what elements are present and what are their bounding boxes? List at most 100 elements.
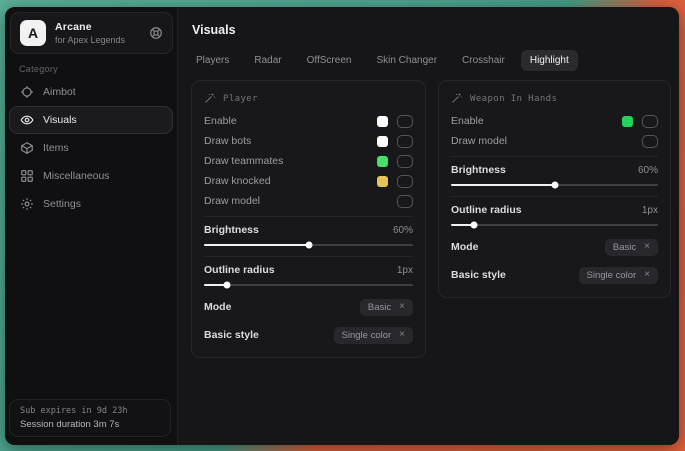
sub-expiry-text: Sub expires in 9d 23h: [20, 406, 160, 416]
color-swatch[interactable]: [377, 156, 388, 167]
slider-head-outline-radius: Outline radius1px: [451, 202, 658, 218]
slider-thumb[interactable]: [551, 181, 558, 188]
chip-single-color[interactable]: Single color×: [334, 327, 413, 344]
slider-label: Outline radius: [451, 204, 642, 216]
chip-row-label: Basic style: [204, 329, 334, 341]
chip-basic[interactable]: Basic ×: [360, 299, 413, 316]
panel-title: Player: [223, 94, 258, 104]
app-window: A Arcane for Apex Legends Category Aimbo…: [5, 7, 679, 445]
checkbox[interactable]: [397, 135, 413, 148]
slider-fill: [451, 184, 555, 186]
panel-header: Player: [204, 91, 413, 107]
chip-row-label: Basic style: [451, 269, 579, 281]
slider-track[interactable]: [204, 284, 413, 286]
sidebar-item-items[interactable]: Items: [9, 134, 173, 162]
slider-label: Outline radius: [204, 264, 397, 276]
chip-basic[interactable]: Basic×: [605, 239, 658, 256]
chip-row-basic-style: Basic style Single color ×: [451, 263, 658, 287]
brand-card: A Arcane for Apex Legends: [10, 12, 173, 54]
slider-value: 1px: [397, 265, 413, 276]
app-logo: A: [20, 20, 46, 46]
wand-icon: [204, 92, 216, 107]
slider-head-outline-radius: Outline radius1px: [204, 262, 413, 278]
sidebar-item-label: Items: [43, 142, 69, 154]
tab-bar: Players Radar OffScreen Skin Changer Crossha…: [187, 50, 585, 71]
slider-value: 1px: [642, 205, 658, 216]
box-icon: [20, 141, 34, 155]
toggle-label: Draw bots: [204, 135, 377, 147]
toggle-label: Draw teammates: [204, 155, 377, 167]
panel-title: Weapon In Hands: [470, 94, 557, 104]
grid-icon: [20, 169, 34, 183]
tab-radar[interactable]: Radar: [245, 50, 290, 71]
tab-highlight[interactable]: Highlight: [521, 50, 578, 71]
color-swatch[interactable]: [377, 136, 388, 147]
tab-crosshair[interactable]: Crosshair: [453, 50, 514, 71]
sidebar-item-miscellaneous[interactable]: Miscellaneous: [9, 162, 173, 190]
sidebar-item-label: Aimbot: [43, 86, 76, 98]
chip-row-mode: ModeBasic×: [451, 235, 658, 259]
slider-value: 60%: [393, 225, 413, 236]
slider-brightness[interactable]: [204, 238, 413, 251]
page-title: Visuals: [192, 23, 236, 37]
sidebar-item-visuals[interactable]: Visuals: [9, 106, 173, 134]
toggle-label: Enable: [204, 115, 377, 127]
sidebar-item-label: Miscellaneous: [43, 170, 110, 182]
toggle-row-draw-knocked: Draw knocked: [204, 171, 413, 191]
sidebar-item-settings[interactable]: Settings: [9, 190, 173, 218]
panel-weapon-in-hands: Weapon In Hands Enable Draw model Brightnes…: [438, 80, 671, 298]
slider-thumb[interactable]: [305, 241, 312, 248]
sidebar-nav: Aimbot Visuals Items Miscellaneous Settings: [9, 78, 173, 218]
slider-label: Brightness: [204, 224, 393, 236]
slider-brightness[interactable]: [451, 178, 658, 191]
checkbox[interactable]: [642, 115, 658, 128]
checkbox[interactable]: [397, 195, 413, 208]
sidebar: A Arcane for Apex Legends Category Aimbo…: [5, 7, 177, 445]
tab-offscreen[interactable]: OffScreen: [298, 50, 361, 71]
sidebar-item-aimbot[interactable]: Aimbot: [9, 78, 173, 106]
toggle-row-draw-teammates: Draw teammates: [204, 151, 413, 171]
close-icon[interactable]: ×: [399, 330, 405, 340]
close-icon[interactable]: ×: [644, 270, 650, 280]
category-label: Category: [19, 64, 58, 74]
main-content: Visuals Players Radar OffScreen Skin Change…: [177, 7, 679, 445]
slider-head-brightness: Brightness60%: [451, 162, 658, 178]
app-subtitle: for Apex Legends: [55, 35, 149, 45]
checkbox[interactable]: [397, 155, 413, 168]
slider-thumb[interactable]: [470, 221, 477, 228]
slider-track[interactable]: [451, 224, 658, 226]
slider-outline-radius[interactable]: [204, 278, 413, 291]
slider-fill: [204, 244, 309, 246]
slider-thumb[interactable]: [223, 281, 230, 288]
color-swatch[interactable]: [377, 176, 388, 187]
toggle-row-draw-bots: Draw bots: [204, 131, 413, 151]
checkbox[interactable]: [397, 175, 413, 188]
tab-skin-changer[interactable]: Skin Changer: [367, 50, 446, 71]
divider: [451, 156, 658, 157]
toggle-row-draw-model: Draw model: [204, 191, 413, 211]
slider-value: 60%: [638, 165, 658, 176]
panel-header: Weapon In Hands: [451, 91, 658, 107]
slider-track[interactable]: [204, 244, 413, 246]
slider-track[interactable]: [451, 184, 658, 186]
status-card: Sub expires in 9d 23h Session duration 3…: [9, 399, 171, 437]
toggle-label: Enable: [451, 115, 622, 127]
checkbox[interactable]: [397, 115, 413, 128]
color-swatch[interactable]: [377, 116, 388, 127]
chip-single-color[interactable]: Single color ×: [579, 267, 658, 284]
color-swatch[interactable]: [622, 116, 633, 127]
close-icon[interactable]: ×: [644, 242, 650, 252]
divider: [451, 196, 658, 197]
chip-text: Single color: [587, 270, 637, 281]
slider-label: Brightness: [451, 164, 638, 176]
slider-outline-radius[interactable]: [451, 218, 658, 231]
close-icon[interactable]: ×: [399, 302, 405, 312]
chip-text: Basic: [368, 302, 391, 313]
toggle-row-draw-model: Draw model: [451, 131, 658, 151]
eye-icon: [20, 113, 34, 127]
checkbox[interactable]: [642, 135, 658, 148]
tab-players[interactable]: Players: [187, 50, 238, 71]
crosshair-icon[interactable]: [149, 26, 163, 40]
sidebar-item-label: Settings: [43, 198, 81, 210]
divider: [204, 256, 413, 257]
